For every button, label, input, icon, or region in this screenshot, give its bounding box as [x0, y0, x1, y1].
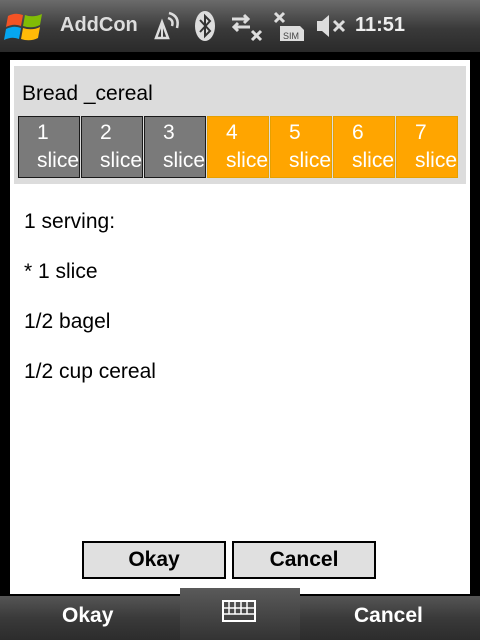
cancel-button[interactable]: Cancel	[232, 541, 376, 579]
slice-button-4[interactable]: 4 slice	[207, 116, 269, 178]
slice-number: 1	[37, 121, 49, 144]
no-sim-icon[interactable]: SIM	[272, 10, 308, 42]
slice-number: 6	[352, 121, 364, 144]
okay-button[interactable]: Okay	[82, 541, 226, 579]
slice-unit: slice	[226, 149, 269, 172]
slice-number: 5	[289, 121, 301, 144]
softkey-bar: Okay Cancel	[0, 588, 480, 640]
category-panel: Bread _cereal 1 slice 2 slice 3 slice 4 …	[14, 66, 466, 184]
serving-line: 1/2 bagel	[24, 310, 111, 333]
slice-button-5[interactable]: 5 slice	[270, 116, 332, 178]
slice-selector: 1 slice 2 slice 3 slice 4 slice 5 slice …	[18, 116, 460, 178]
slice-unit: slice	[37, 149, 80, 172]
signal-antenna-icon[interactable]	[150, 10, 184, 42]
input-panel-toggle[interactable]	[180, 588, 300, 640]
slice-button-3[interactable]: 3 slice	[144, 116, 206, 178]
serving-heading: 1 serving:	[24, 210, 116, 233]
bluetooth-icon[interactable]	[194, 10, 216, 42]
title-bar: AddCon SIM 11:51	[0, 0, 480, 52]
softkey-okay[interactable]: Okay	[62, 604, 113, 628]
slice-unit: slice	[163, 149, 206, 172]
slice-button-7[interactable]: 7 slice	[396, 116, 458, 178]
app-title: AddCon	[60, 14, 138, 36]
slice-button-2[interactable]: 2 slice	[81, 116, 143, 178]
svg-text:SIM: SIM	[283, 31, 299, 41]
keyboard-icon	[222, 600, 256, 622]
windows-start-icon[interactable]	[4, 8, 48, 46]
content-area: Bread _cereal 1 slice 2 slice 3 slice 4 …	[10, 60, 470, 594]
slice-unit: slice	[289, 149, 332, 172]
slice-unit: slice	[415, 149, 458, 172]
volume-muted-icon[interactable]	[314, 10, 350, 42]
slice-number: 3	[163, 121, 175, 144]
category-title: Bread _cereal	[22, 82, 153, 105]
softkey-cancel[interactable]: Cancel	[354, 604, 423, 628]
slice-button-6[interactable]: 6 slice	[333, 116, 395, 178]
serving-line: * 1 slice	[24, 260, 98, 283]
data-no-connection-icon[interactable]	[228, 10, 264, 42]
slice-unit: slice	[352, 149, 395, 172]
serving-line: 1/2 cup cereal	[24, 360, 156, 383]
slice-unit: slice	[100, 149, 143, 172]
slice-number: 7	[415, 121, 427, 144]
slice-button-1[interactable]: 1 slice	[18, 116, 80, 178]
clock: 11:51	[355, 14, 406, 36]
slice-number: 4	[226, 121, 238, 144]
slice-number: 2	[100, 121, 112, 144]
